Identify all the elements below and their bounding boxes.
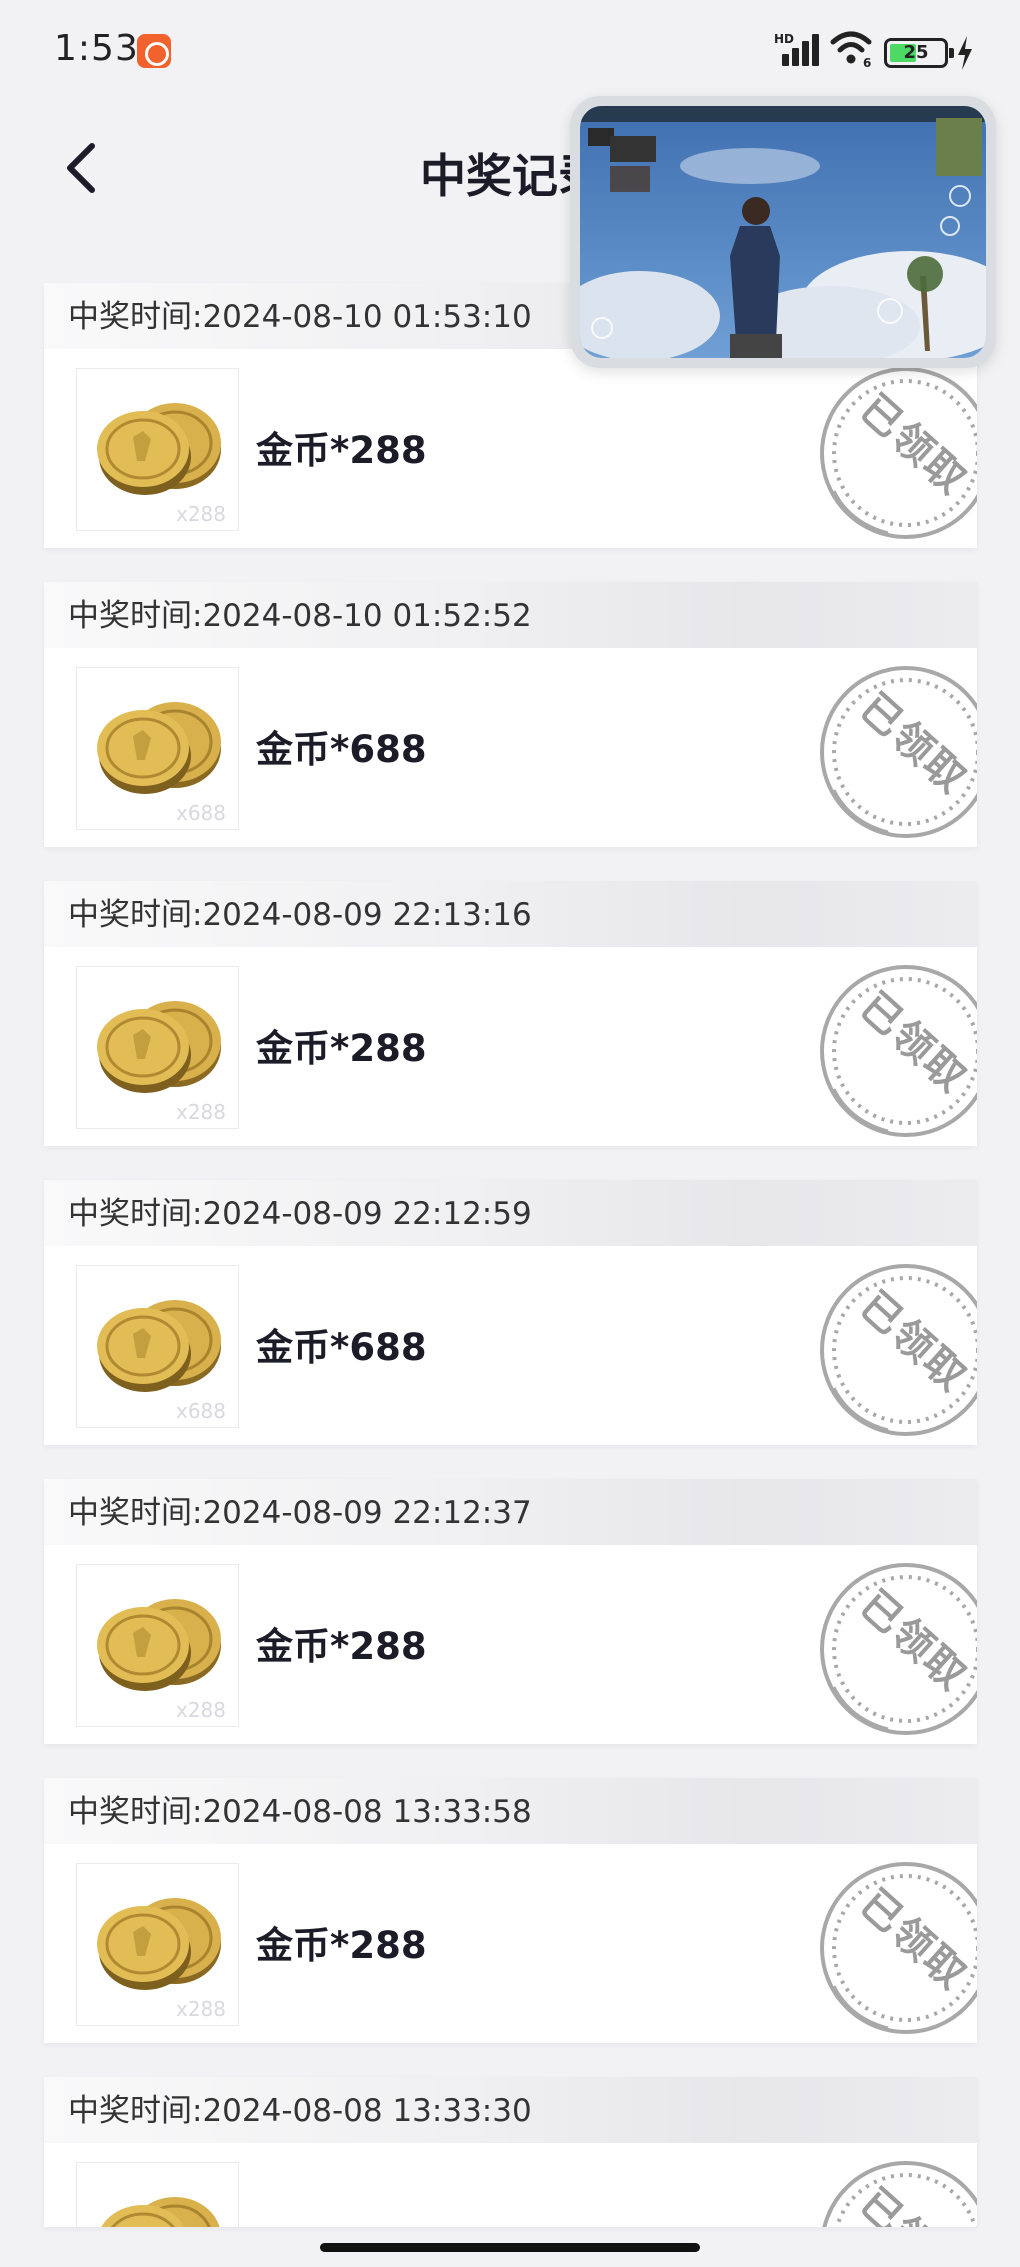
wifi-icon: 6 <box>830 31 872 68</box>
win-time-label: 中奖时间:2024-08-10 01:52:52 <box>68 598 532 634</box>
chevron-left-icon[interactable] <box>60 140 104 196</box>
quantity-badge: x688 <box>175 1399 226 1423</box>
record-card: 中奖时间:2024-08-09 22:12:59 x688 金币*688 已领取 <box>44 1180 977 1445</box>
app-notification-icon <box>137 34 171 68</box>
prize-name: 金币*288 <box>256 1625 427 1668</box>
prize-thumbnail: x288 <box>76 966 239 1129</box>
prize-name: 金币*288 <box>256 1027 427 1070</box>
record-card: 中奖时间:2024-08-09 22:12:37 x288 金币*288 已领取 <box>44 1479 977 1744</box>
prize-thumbnail: x688 <box>76 1265 239 1428</box>
battery-percent: 25 <box>903 42 929 63</box>
prize-thumbnail <box>76 2162 239 2227</box>
win-time-label: 中奖时间:2024-08-10 01:53:10 <box>68 299 532 335</box>
claimed-stamp-icon: 已领取 <box>816 363 977 543</box>
record-card-header: 中奖时间:2024-08-08 13:33:58 <box>44 1778 977 1844</box>
home-indicator[interactable] <box>320 2243 700 2252</box>
status-bar: 1:53 HD 6 25 <box>0 0 1020 100</box>
quantity-badge: x288 <box>175 1698 226 1722</box>
network-type-label: HD <box>774 32 795 46</box>
claimed-stamp-icon: 已领取 <box>816 2157 977 2227</box>
win-time-label: 中奖时间:2024-08-08 13:33:30 <box>68 2093 532 2129</box>
record-card-header: 中奖时间:2024-08-09 22:12:59 <box>44 1180 977 1246</box>
gold-coin-icon <box>97 1599 221 1691</box>
game-video-screen[interactable] <box>580 106 986 358</box>
prize-thumbnail: x288 <box>76 1863 239 2026</box>
win-time-label: 中奖时间:2024-08-08 13:33:58 <box>68 1794 532 1830</box>
prize-thumbnail: x288 <box>76 1564 239 1727</box>
gold-coin-icon <box>97 1898 221 1990</box>
prize-name: 金币*688 <box>256 728 427 771</box>
claimed-stamp-icon: 已领取 <box>816 662 977 842</box>
game-scene-image <box>580 106 986 358</box>
gold-coin-icon <box>101 2197 220 2227</box>
win-time-label: 中奖时间:2024-08-09 22:12:37 <box>68 1495 532 1531</box>
gold-coin-icon <box>97 1001 221 1093</box>
prize-name: 金币*288 <box>256 1924 427 1967</box>
gold-coin-icon <box>97 702 221 794</box>
record-card-header: 中奖时间:2024-08-09 22:13:16 <box>44 881 977 947</box>
claimed-stamp-icon: 已领取 <box>816 1559 977 1739</box>
gold-coin-icon <box>97 403 221 495</box>
claimed-stamp-icon: 已领取 <box>816 961 977 1141</box>
record-card: 中奖时间:2024-08-09 22:13:16 x288 金币*288 已领取 <box>44 881 977 1146</box>
quantity-badge: x688 <box>175 801 226 825</box>
win-time-label: 中奖时间:2024-08-09 22:12:59 <box>68 1196 532 1232</box>
battery-icon: 25 <box>884 38 954 68</box>
record-card-header: 中奖时间:2024-08-08 13:33:30 <box>44 2077 977 2143</box>
record-card-header: 中奖时间:2024-08-09 22:12:37 <box>44 1479 977 1545</box>
prize-thumbnail: x288 <box>76 368 239 531</box>
gold-coin-icon <box>97 1300 221 1392</box>
record-card: 中奖时间:2024-08-08 13:33:58 x288 金币*288 已领取 <box>44 1778 977 2043</box>
charging-icon <box>958 36 972 70</box>
prize-thumbnail: x688 <box>76 667 239 830</box>
record-card: 中奖时间:2024-08-10 01:52:52 x688 金币*688 已领取 <box>44 582 977 847</box>
claimed-stamp-icon: 已领取 <box>816 1858 977 2038</box>
prize-name: 金币*288 <box>256 429 427 472</box>
quantity-badge: x288 <box>175 502 226 526</box>
floating-video-window[interactable] <box>570 96 996 368</box>
quantity-badge: x288 <box>175 1100 226 1124</box>
prize-name: 金币*688 <box>256 1326 427 1369</box>
status-time: 1:53 <box>54 28 139 69</box>
wifi-generation-label: 6 <box>863 56 871 68</box>
record-card: 中奖时间:2024-08-08 13:33:30 已领取 <box>44 2077 977 2227</box>
record-card-header: 中奖时间:2024-08-10 01:52:52 <box>44 582 977 648</box>
quantity-badge: x288 <box>175 1997 226 2021</box>
claimed-stamp-icon: 已领取 <box>816 1260 977 1440</box>
win-time-label: 中奖时间:2024-08-09 22:13:16 <box>68 897 532 933</box>
